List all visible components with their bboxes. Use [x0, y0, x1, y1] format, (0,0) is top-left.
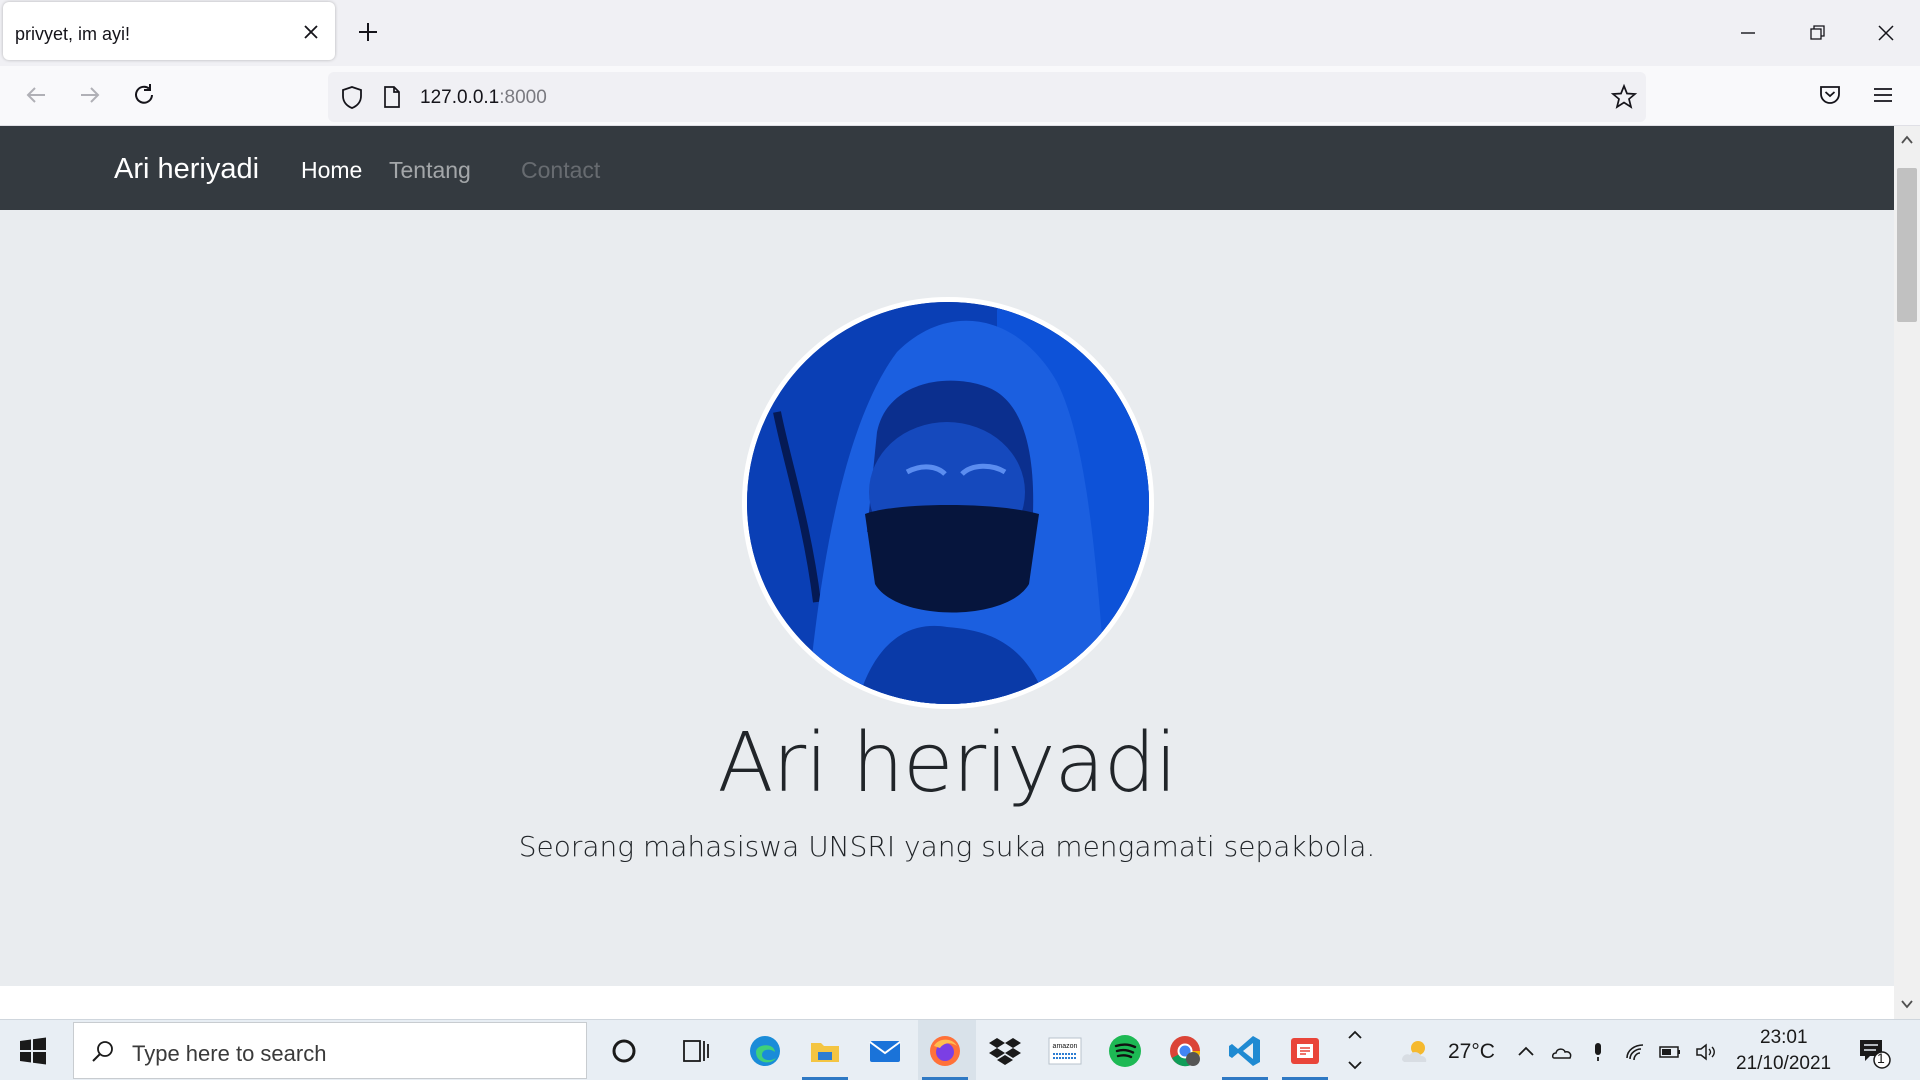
url-text[interactable]: 127.0.0.1:8000	[420, 87, 547, 109]
pocket-icon[interactable]	[1815, 80, 1845, 110]
reload-icon[interactable]	[129, 80, 159, 110]
mail-icon[interactable]	[866, 1032, 904, 1070]
menu-icon[interactable]	[1868, 80, 1898, 110]
search-placeholder: Type here to search	[132, 1041, 327, 1066]
clock-time[interactable]: 23:01	[1760, 1027, 1808, 1049]
close-window-icon[interactable]	[1866, 14, 1906, 52]
volume-icon[interactable]	[1694, 1040, 1718, 1064]
minimize-icon[interactable]	[1728, 14, 1768, 52]
wifi-icon[interactable]	[1624, 1040, 1648, 1064]
scroll-down-icon[interactable]	[1899, 996, 1915, 1012]
battery-icon[interactable]	[1658, 1040, 1682, 1064]
tab-close-icon[interactable]	[299, 20, 323, 44]
spotify-icon[interactable]	[1106, 1032, 1144, 1070]
dropbox-icon[interactable]	[986, 1032, 1024, 1070]
notification-center-icon[interactable]	[1856, 1034, 1892, 1070]
cortana-icon[interactable]	[605, 1032, 643, 1070]
browser-tab[interactable]: privyet, im ayi!	[3, 2, 335, 60]
hero-subtitle: Seorang mahasiswa UNSRI yang suka mengam…	[518, 830, 1376, 863]
forward-icon[interactable]	[75, 80, 105, 110]
chrome-icon[interactable]	[1166, 1032, 1204, 1070]
nav-link-tentang[interactable]: Tentang	[389, 157, 471, 184]
profile-photo	[742, 297, 1154, 709]
url-bar[interactable]: 127.0.0.1:8000	[328, 72, 1646, 122]
taskbar-search-box[interactable]: Type here to search	[73, 1022, 587, 1079]
windows-start-icon[interactable]	[18, 1036, 48, 1066]
scrollbar-thumb[interactable]	[1897, 168, 1917, 322]
windows-taskbar: Type here to search amazon 27°C 23:01 21…	[0, 1019, 1920, 1080]
page-scrollbar[interactable]	[1894, 126, 1920, 1019]
show-hidden-icons-icon[interactable]	[1514, 1040, 1538, 1064]
url-host: 127.0.0.1	[420, 87, 500, 108]
vscode-icon[interactable]	[1226, 1032, 1264, 1070]
tab-title: privyet, im ayi!	[15, 24, 131, 44]
scroll-up-icon[interactable]	[1899, 132, 1915, 148]
page-icon	[384, 86, 400, 108]
onedrive-icon[interactable]	[1550, 1040, 1574, 1064]
browser-tab-bar: privyet, im ayi!	[0, 0, 1920, 66]
hero-section: Ari heriyadi Seorang mahasiswa UNSRI yan…	[0, 210, 1894, 986]
file-explorer-icon[interactable]	[806, 1032, 844, 1070]
task-view-icon[interactable]	[676, 1032, 714, 1070]
shield-icon[interactable]	[338, 83, 366, 111]
acrobat-icon[interactable]	[1286, 1032, 1324, 1070]
svg-text:amazon: amazon	[1053, 1043, 1078, 1050]
microphone-icon[interactable]	[1586, 1040, 1610, 1064]
nav-link-home[interactable]: Home	[301, 157, 362, 184]
search-icon	[92, 1041, 113, 1062]
hero-name: Ari heriyadi	[717, 716, 1177, 811]
site-brand[interactable]: Ari heriyadi	[114, 153, 259, 186]
clock-date[interactable]: 21/10/2021	[1736, 1053, 1831, 1075]
site-navbar: Ari heriyadi Home Tentang Contact	[0, 126, 1894, 210]
weather-temp[interactable]: 27°C	[1448, 1040, 1495, 1064]
restore-icon[interactable]	[1797, 14, 1837, 52]
nav-link-contact[interactable]: Contact	[521, 157, 600, 184]
weather-icon[interactable]	[1398, 1034, 1434, 1068]
firefox-icon[interactable]	[926, 1032, 964, 1070]
back-icon[interactable]	[21, 80, 51, 110]
bookmark-star-icon[interactable]	[1610, 83, 1638, 111]
notification-count: 1	[1877, 1050, 1885, 1066]
page-viewport: Ari heriyadi Home Tentang Contact Ari he…	[0, 126, 1894, 988]
new-tab-icon[interactable]	[354, 18, 382, 46]
edge-icon[interactable]	[746, 1032, 784, 1070]
taskbar-overflow-icon[interactable]	[1344, 1024, 1366, 1076]
url-port: :8000	[499, 87, 547, 108]
profile-photo-graphic	[747, 302, 1149, 704]
browser-toolbar: 127.0.0.1:8000	[0, 66, 1920, 126]
amazon-icon[interactable]: amazon	[1046, 1032, 1084, 1070]
